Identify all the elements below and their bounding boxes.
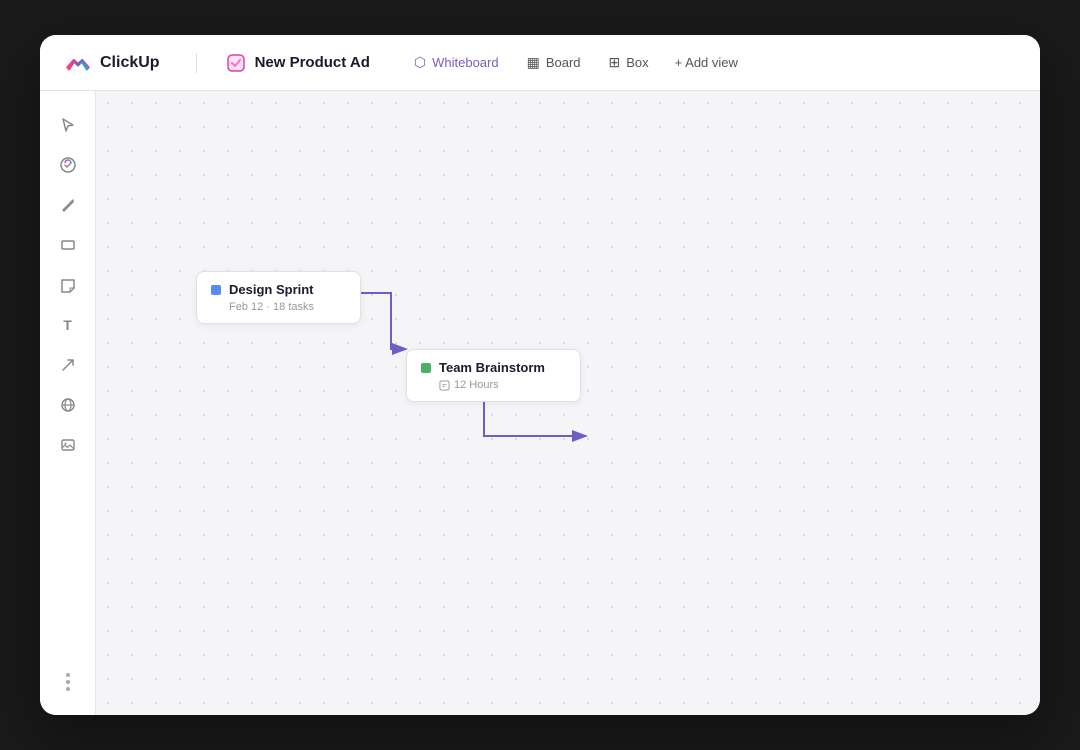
- board-tab-icon: ▦: [527, 54, 540, 71]
- sidebar-item-rectangle[interactable]: [50, 227, 86, 263]
- project-title[interactable]: New Product Ad: [225, 52, 370, 74]
- project-title-text: New Product Ad: [255, 54, 370, 71]
- clickup-logo-icon: [64, 49, 92, 77]
- card-team-brainstorm-header: Team Brainstorm: [421, 360, 566, 375]
- sidebar-item-globe[interactable]: [50, 387, 86, 423]
- card-design-sprint[interactable]: Design Sprint Feb 12 · 18 tasks: [196, 271, 361, 324]
- logo-label: ClickUp: [100, 54, 160, 72]
- whiteboard-tab-icon: ⬡: [414, 54, 426, 71]
- sidebar-item-image[interactable]: [50, 427, 86, 463]
- sidebar-item-arrow[interactable]: [50, 347, 86, 383]
- connector-svg: [96, 91, 1040, 715]
- sidebar-item-pen[interactable]: [50, 187, 86, 223]
- logo[interactable]: ClickUp: [64, 49, 160, 77]
- whiteboard-tab-label: Whiteboard: [432, 55, 498, 70]
- app-container: ClickUp New Product Ad ⬡ Whiteboard ▦ Bo…: [40, 35, 1040, 715]
- tab-board[interactable]: ▦ Board: [515, 48, 593, 77]
- sidebar-item-hand[interactable]: [50, 147, 86, 183]
- sidebar-item-text[interactable]: T: [50, 307, 86, 343]
- header-divider: [196, 53, 197, 73]
- tab-box[interactable]: ⊞ Box: [597, 48, 661, 77]
- project-icon: [225, 52, 247, 74]
- hours-icon: [439, 380, 450, 391]
- header: ClickUp New Product Ad ⬡ Whiteboard ▦ Bo…: [40, 35, 1040, 91]
- board-tab-label: Board: [546, 55, 581, 70]
- sidebar-item-cursor[interactable]: [50, 107, 86, 143]
- main-area: T: [40, 91, 1040, 715]
- card-team-brainstorm-color: [421, 363, 431, 373]
- card-design-sprint-header: Design Sprint: [211, 282, 346, 297]
- sidebar-item-sticky[interactable]: [50, 267, 86, 303]
- card-team-brainstorm-title: Team Brainstorm: [439, 360, 545, 375]
- box-tab-icon: ⊞: [609, 54, 621, 71]
- card-design-sprint-meta: Feb 12 · 18 tasks: [229, 301, 346, 313]
- add-view-button[interactable]: + Add view: [665, 49, 748, 76]
- sidebar-more[interactable]: [58, 665, 78, 699]
- card-team-brainstorm[interactable]: Team Brainstorm 12 Hours: [406, 349, 581, 402]
- canvas[interactable]: Design Sprint Feb 12 · 18 tasks Team Bra…: [96, 91, 1040, 715]
- box-tab-label: Box: [626, 55, 648, 70]
- connector-1: [354, 293, 406, 349]
- add-view-label: + Add view: [675, 55, 738, 70]
- tab-whiteboard[interactable]: ⬡ Whiteboard: [402, 48, 511, 77]
- card-design-sprint-title: Design Sprint: [229, 282, 314, 297]
- nav-tabs: ⬡ Whiteboard ▦ Board ⊞ Box + Add view: [402, 48, 748, 77]
- card-team-brainstorm-hours: 12 Hours: [454, 379, 499, 391]
- card-team-brainstorm-sub: 12 Hours: [439, 379, 566, 391]
- card-design-sprint-color: [211, 285, 221, 295]
- sidebar: T: [40, 91, 96, 715]
